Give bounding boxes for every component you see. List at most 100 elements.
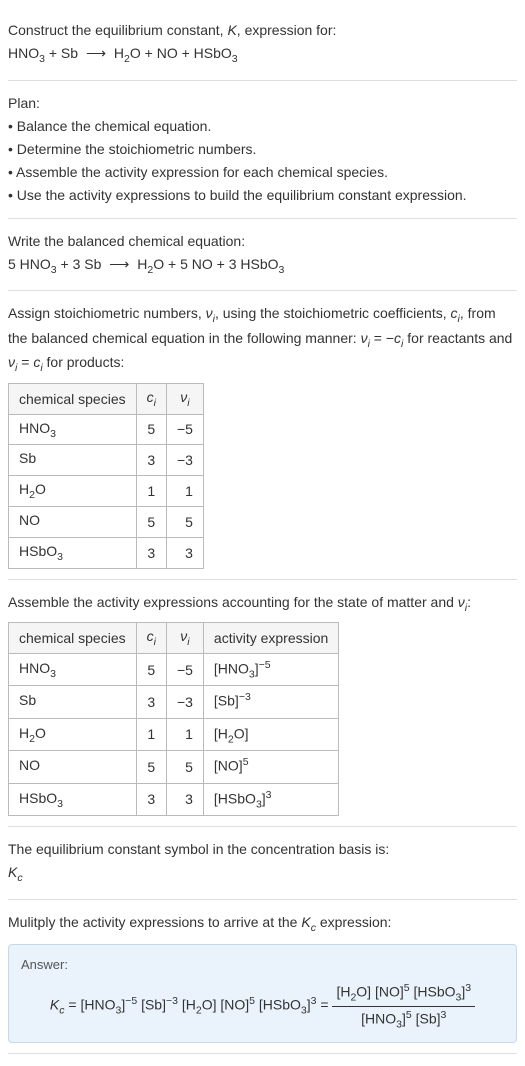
cell-species: Sb xyxy=(9,445,137,476)
ans-eq2: = xyxy=(316,997,332,1013)
question-header: Construct the equilibrium constant, K, e… xyxy=(8,8,517,81)
mult-K: K xyxy=(301,914,310,930)
plan-title: Plan: xyxy=(8,93,517,114)
act-intro1: Assemble the activity expressions accoun… xyxy=(8,594,458,610)
cell-nui: −3 xyxy=(166,445,203,476)
cell-nui: −3 xyxy=(166,686,203,718)
st-intro1: Assign stoichiometric numbers, xyxy=(8,305,206,321)
st-rel1-eq: = − xyxy=(370,330,394,346)
ans-denominator: [HNO3]5 [Sb]3 xyxy=(332,1007,475,1030)
th-species: chemical species xyxy=(9,383,137,414)
plan-bullet-4: • Use the activity expressions to build … xyxy=(8,185,517,206)
table-row: H2O 1 1 [H2O] xyxy=(9,718,339,750)
cell-species: HNO3 xyxy=(9,414,137,445)
ans-K: K xyxy=(50,997,59,1013)
table-row: HNO3 5 −5 xyxy=(9,414,204,445)
balanced-section: Write the balanced chemical equation: 5 … xyxy=(8,219,517,292)
ans-eq: = xyxy=(65,997,81,1013)
cell-activity: [HSbO3]3 xyxy=(203,783,338,815)
th-nui-sub: i xyxy=(187,397,189,409)
table-header-row: chemical species ci νi activity expressi… xyxy=(9,623,339,654)
kc-K: K xyxy=(8,864,17,880)
kc-symbol: Kc xyxy=(8,862,517,887)
act-intro2: : xyxy=(467,594,471,610)
cell-nui: 3 xyxy=(166,537,203,568)
answer-equation: Kc = [HNO3]−5 [Sb]−3 [H2O] [NO]5 [HSbO3]… xyxy=(21,982,504,1030)
cell-nui: 5 xyxy=(166,506,203,537)
st-rel1-post: for reactants and xyxy=(403,330,512,346)
balanced-equation: 5 HNO3 + 3 Sb ⟶ H2O + 5 NO + 3 HSbO3 xyxy=(8,254,517,279)
cell-species: HNO3 xyxy=(9,653,137,685)
plan-section: Plan: • Balance the chemical equation. •… xyxy=(8,81,517,219)
cell-ci: 5 xyxy=(136,751,166,783)
st-rel2-lhs: ν xyxy=(8,354,15,370)
st-c: c xyxy=(451,305,458,321)
multiply-section: Mulitply the activity expressions to arr… xyxy=(8,900,517,1054)
eq-rhs: H xyxy=(110,45,124,61)
cell-activity: [HNO3]−5 xyxy=(203,653,338,685)
question-line1: Construct the equilibrium constant, K, e… xyxy=(8,20,517,41)
ans-t3-pre: [H xyxy=(178,997,196,1013)
eq-plus1: + Sb xyxy=(45,45,82,61)
bal-plus1: + 3 Sb xyxy=(57,256,106,272)
bal-rhs2: O + 5 NO + 3 HSbO xyxy=(153,256,278,272)
eq-rhs2: O + NO + HSbO xyxy=(130,45,232,61)
cell-ci: 5 xyxy=(136,414,166,445)
eq-lhs1: HNO xyxy=(8,45,39,61)
eq-rhs-sub2: 3 xyxy=(232,53,238,65)
cell-species: H2O xyxy=(9,718,137,750)
q-text-pre: Construct the equilibrium constant, xyxy=(8,22,227,38)
th-species: chemical species xyxy=(9,623,137,654)
kc-symbol-section: The equilibrium constant symbol in the c… xyxy=(8,827,517,900)
cell-nui: 3 xyxy=(166,783,203,815)
ans-t1-sup: −5 xyxy=(125,995,137,1007)
plan-bullet-3: • Assemble the activity expression for e… xyxy=(8,162,517,183)
cell-activity: [H2O] xyxy=(203,718,338,750)
bal-lhs1: 5 HNO xyxy=(8,256,51,272)
cell-nui: 1 xyxy=(166,476,203,507)
cell-activity: [Sb]−3 xyxy=(203,686,338,718)
ans-t3-mid: O] xyxy=(202,997,217,1013)
bal-rhs2-sub: 3 xyxy=(279,263,285,275)
cell-species: Sb xyxy=(9,686,137,718)
bal-arrow: ⟶ xyxy=(105,254,133,275)
cell-ci: 1 xyxy=(136,476,166,507)
st-rel1-lhs: ν xyxy=(361,330,368,346)
kc-line1: The equilibrium constant symbol in the c… xyxy=(8,839,517,860)
th-ci-sym: c xyxy=(147,389,154,405)
plan-bullet-2: • Determine the stoichiometric numbers. xyxy=(8,139,517,160)
th-nui: νi xyxy=(166,623,203,654)
ans-t5-pre: [HSbO xyxy=(255,997,301,1013)
ans-t4-pre: [NO] xyxy=(216,997,249,1013)
answer-label: Answer: xyxy=(21,957,504,972)
stoich-intro: Assign stoichiometric numbers, νi, using… xyxy=(8,303,517,377)
st-nu: ν xyxy=(206,305,213,321)
act-nu: ν xyxy=(458,594,465,610)
cell-species: NO xyxy=(9,506,137,537)
cell-ci: 5 xyxy=(136,506,166,537)
cell-nui: −5 xyxy=(166,414,203,445)
table-row: Sb 3 −3 [Sb]−3 xyxy=(9,686,339,718)
st-rel1-rhs: c xyxy=(394,330,401,346)
th-ci: ci xyxy=(136,623,166,654)
th-nui: νi xyxy=(166,383,203,414)
table-row: HSbO3 3 3 xyxy=(9,537,204,568)
q-text-post: , expression for: xyxy=(237,22,337,38)
ans-t1-pre: [HNO xyxy=(80,997,115,1013)
eq-arrow: ⟶ xyxy=(82,43,110,64)
cell-ci: 3 xyxy=(136,686,166,718)
ans-fraction: [H2O] [NO]5 [HSbO3]3[HNO3]5 [Sb]3 xyxy=(332,982,475,1030)
th-activity: activity expression xyxy=(203,623,338,654)
table-row: NO 5 5 xyxy=(9,506,204,537)
mult-post: expression: xyxy=(316,914,391,930)
cell-species: HSbO3 xyxy=(9,537,137,568)
th-ci: ci xyxy=(136,383,166,414)
table-row: HNO3 5 −5 [HNO3]−5 xyxy=(9,653,339,685)
question-equation: HNO3 + Sb ⟶ H2O + NO + HSbO3 xyxy=(8,43,517,68)
cell-nui: 1 xyxy=(166,718,203,750)
kc-K-sub: c xyxy=(17,872,22,884)
table-header-row: chemical species ci νi xyxy=(9,383,204,414)
ans-numerator: [H2O] [NO]5 [HSbO3]3 xyxy=(332,982,475,1006)
cell-ci: 5 xyxy=(136,653,166,685)
multiply-line: Mulitply the activity expressions to arr… xyxy=(8,912,517,937)
